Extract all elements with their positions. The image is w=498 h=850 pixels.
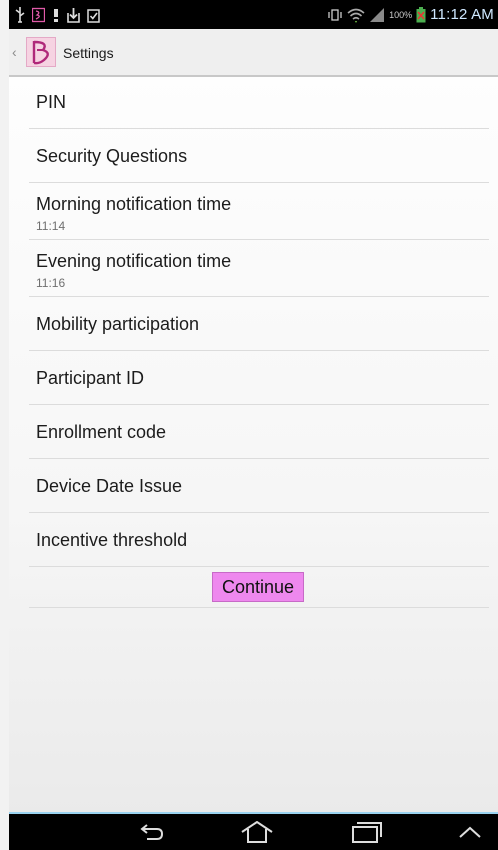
status-clock: 11:12 AM — [430, 6, 494, 23]
battery-icon — [416, 6, 426, 22]
navigation-bar — [9, 812, 498, 850]
back-icon — [140, 824, 164, 840]
home-button[interactable] — [239, 820, 275, 844]
settings-item-summary: 11:14 — [36, 219, 66, 233]
settings-item-morning-notification-time[interactable]: Morning notification time 11:14 — [29, 183, 489, 240]
continue-button[interactable]: Continue — [212, 572, 304, 602]
settings-item-mobility-participation[interactable]: Mobility participation — [29, 297, 489, 351]
settings-item-title: Security Questions — [36, 146, 188, 166]
back-button[interactable] — [137, 820, 167, 844]
status-bar: 100% 11:12 AM — [9, 0, 498, 29]
settings-item-title: PIN — [36, 92, 67, 112]
app-logo[interactable] — [26, 37, 56, 67]
signal-icon — [370, 7, 385, 22]
settings-item-incentive-threshold[interactable]: Incentive threshold — [29, 513, 489, 567]
settings-item-title: Incentive threshold — [36, 530, 188, 550]
alert-icon — [54, 8, 58, 22]
continue-row: Continue — [29, 567, 489, 608]
settings-list: PIN Security Questions Morning notificat… — [29, 75, 489, 608]
clipboard-check-icon — [87, 8, 100, 23]
settings-item-title: Enrollment code — [36, 422, 167, 442]
app-notification-icon — [32, 7, 45, 22]
settings-item-device-date-issue[interactable]: Device Date Issue — [29, 459, 489, 513]
battery-percent: 100% — [389, 9, 413, 20]
page-title: Settings — [63, 45, 114, 61]
settings-item-evening-notification-time[interactable]: Evening notification time 11:16 — [29, 240, 489, 297]
settings-item-title: Participant ID — [36, 368, 145, 388]
recent-apps-button[interactable] — [350, 820, 384, 844]
settings-item-participant-id[interactable]: Participant ID — [29, 351, 489, 405]
settings-item-pin[interactable]: PIN — [29, 75, 489, 129]
settings-item-security-questions[interactable]: Security Questions — [29, 129, 489, 183]
app-logo-icon — [32, 40, 49, 65]
settings-item-enrollment-code[interactable]: Enrollment code — [29, 405, 489, 459]
settings-item-title: Mobility participation — [36, 314, 200, 334]
wifi-icon — [347, 8, 365, 23]
app-screen: 100% 11:12 AM ‹ Settings PIN Security Qu… — [9, 0, 498, 850]
menu-button[interactable] — [455, 820, 485, 844]
recent-apps-icon — [352, 822, 382, 843]
home-icon — [241, 821, 273, 843]
settings-item-title: Evening notification time — [36, 251, 232, 271]
settings-item-summary: 11:16 — [36, 276, 66, 290]
settings-item-title: Device Date Issue — [36, 476, 183, 496]
menu-up-icon — [459, 826, 481, 838]
action-bar: ‹ Settings — [9, 29, 498, 77]
download-icon — [67, 7, 80, 23]
vibrate-icon — [328, 8, 342, 21]
settings-item-title: Morning notification time — [36, 194, 232, 214]
up-navigation-icon[interactable]: ‹ — [12, 45, 22, 59]
usb-icon — [15, 6, 25, 23]
